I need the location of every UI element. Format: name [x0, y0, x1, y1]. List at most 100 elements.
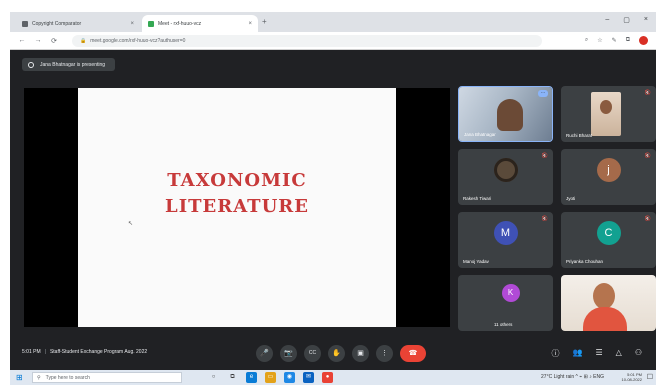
- clock-date: 10-08-2022: [621, 377, 642, 382]
- maximize-button[interactable]: ▢: [623, 16, 630, 24]
- participant-tile[interactable]: j 🔇 Jyoti: [561, 149, 656, 205]
- raise-hand-button[interactable]: ✋: [328, 345, 345, 362]
- mic-muted-icon: 🔇: [644, 153, 651, 159]
- extension-icon[interactable]: ✎: [612, 37, 617, 44]
- search-icon: ⚲: [37, 374, 41, 381]
- host-controls-icon[interactable]: ⚇: [635, 348, 642, 359]
- more-options-icon[interactable]: ⋯: [538, 90, 548, 97]
- address-bar[interactable]: 🔒 meet.google.com/rxf-huuo-vcz?authuser=…: [72, 35, 542, 47]
- chat-icon[interactable]: ☰: [596, 348, 603, 359]
- tab-label: Meet - rxf-huuo-vcz: [158, 20, 202, 27]
- windows-taskbar: ⊞ ⚲ Type here to search ○ ⧉ e ▭ ◉ ✉ ● 27…: [10, 370, 656, 385]
- reload-button[interactable]: ⟳: [50, 37, 58, 45]
- store-icon[interactable]: ◉: [284, 372, 295, 383]
- side-panel-controls: ⓘ 👥 ☰ △ ⚇: [552, 348, 642, 359]
- screen: Copyright Comparator × Meet - rxf-huuo-v…: [10, 12, 656, 370]
- participant-initial: C: [596, 221, 621, 246]
- participant-name: Manoj Yadav: [463, 259, 489, 264]
- captions-button[interactable]: CC: [304, 345, 321, 362]
- more-options-button[interactable]: ⋮: [376, 345, 393, 362]
- shared-slide: TAXONOMIC LITERATURE ↖: [78, 88, 396, 327]
- end-call-button[interactable]: ☎: [400, 345, 426, 362]
- new-tab-button[interactable]: +: [262, 17, 267, 26]
- url-text: meet.google.com/rxf-huuo-vcz?authuser=0: [90, 38, 186, 44]
- mic-muted-icon: 🔇: [541, 216, 548, 222]
- taskbar-search-input[interactable]: ⚲ Type here to search: [32, 372, 182, 383]
- tab-search-icon[interactable]: ⧉: [626, 37, 630, 44]
- taskbar-apps: ○ ⧉ e ▭ ◉ ✉ ●: [208, 372, 333, 383]
- participant-tile[interactable]: M 🔇 Manoj Yadav: [458, 212, 553, 268]
- participant-initial: M: [493, 221, 518, 246]
- screenshot-frame: Copyright Comparator × Meet - rxf-huuo-v…: [0, 0, 663, 385]
- call-controls: 🎤 📷 CC ✋ ▣ ⋮ ☎: [256, 345, 426, 362]
- presenting-banner: Jana Bhatnagar is presenting: [22, 58, 116, 71]
- participant-photo: [493, 158, 518, 183]
- back-button[interactable]: ←: [18, 37, 26, 44]
- mic-muted-icon: 🔇: [644, 216, 651, 222]
- bookmark-star-icon[interactable]: ☆: [597, 37, 602, 44]
- notification-icon[interactable]: ☐: [647, 373, 653, 381]
- participant-name: Ruchi Bharat: [566, 133, 593, 138]
- browser-toolbar: ← → ⟳ 🔒 meet.google.com/rxf-huuo-vcz?aut…: [10, 32, 656, 50]
- close-tab-icon[interactable]: ×: [248, 21, 252, 27]
- meet-favicon-icon: [148, 20, 154, 27]
- system-tray[interactable]: 27°C Light rain ^ ⌁ ⊞ ♪ ENG: [541, 374, 604, 380]
- self-view-tile[interactable]: [561, 275, 656, 331]
- extensions-area: ⌕ ☆ ✎ ⧉: [585, 36, 648, 45]
- participant-tile[interactable]: ⋯ Jana Bhatnagar: [458, 86, 553, 142]
- participant-name: 11 others: [494, 322, 513, 327]
- tab-copyright[interactable]: Copyright Comparator ×: [16, 15, 140, 32]
- tab-label: Copyright Comparator: [32, 20, 82, 27]
- participant-tile[interactable]: 🔇 Rakesh Tiwari: [458, 149, 553, 205]
- browser-tabbar: Copyright Comparator × Meet - rxf-huuo-v…: [10, 12, 656, 32]
- search-icon[interactable]: ⌕: [585, 37, 588, 44]
- people-icon[interactable]: 👥: [573, 348, 583, 359]
- divider: |: [44, 349, 46, 355]
- mic-muted-icon: 🔇: [541, 153, 548, 159]
- cortana-icon[interactable]: ○: [208, 372, 219, 383]
- minimize-button[interactable]: –: [605, 16, 609, 24]
- mail-icon[interactable]: ✉: [303, 372, 314, 383]
- presentation-stage: TAXONOMIC LITERATURE ↖: [24, 88, 450, 327]
- participant-video: [591, 92, 621, 136]
- camera-button[interactable]: 📷: [280, 345, 297, 362]
- participant-tile[interactable]: 🔇 Ruchi Bharat: [561, 86, 656, 142]
- present-icon: [28, 61, 34, 68]
- windows-start-icon[interactable]: ⊞: [16, 373, 25, 382]
- participant-name: Priyanka Chouhan: [566, 259, 604, 264]
- slide-title-line-2: LITERATURE: [165, 196, 309, 217]
- self-figure: [593, 283, 615, 309]
- meeting-time: 5:01 PM: [22, 349, 41, 355]
- close-tab-icon[interactable]: ×: [130, 21, 134, 27]
- self-body: [583, 307, 627, 331]
- presenting-text: Jana Bhatnagar is presenting: [40, 61, 106, 68]
- tab-meet[interactable]: Meet - rxf-huuo-vcz ×: [142, 15, 258, 32]
- file-explorer-icon[interactable]: ▭: [265, 372, 276, 383]
- mic-button[interactable]: 🎤: [256, 345, 273, 362]
- taskbar-clock[interactable]: 5:01 PM 10-08-2022: [622, 372, 642, 382]
- favicon-icon: [22, 20, 28, 27]
- slide-title-line-1: TAXONOMIC: [167, 170, 307, 191]
- mic-muted-icon: 🔇: [644, 90, 651, 96]
- edge-icon[interactable]: e: [246, 372, 257, 383]
- meeting-details-icon[interactable]: ⓘ: [552, 348, 560, 359]
- window-controls: – ▢ ×: [605, 16, 648, 24]
- present-screen-button[interactable]: ▣: [352, 345, 369, 362]
- forward-button[interactable]: →: [34, 37, 42, 44]
- activities-icon[interactable]: △: [616, 348, 622, 359]
- others-tile[interactable]: K 11 others: [458, 275, 553, 331]
- participant-figure: [497, 99, 523, 131]
- participant-initial: K: [501, 284, 520, 303]
- task-view-icon[interactable]: ⧉: [227, 372, 238, 383]
- self-video: [561, 275, 656, 331]
- participant-name: Jana Bhatnagar: [464, 132, 496, 137]
- profile-avatar[interactable]: [639, 36, 648, 45]
- participant-tile[interactable]: C 🔇 Priyanka Chouhan: [561, 212, 656, 268]
- chrome-icon[interactable]: ●: [322, 372, 333, 383]
- meeting-controls-bar: 5:01 PM | Staff-Student Exchange Program A…: [10, 337, 656, 370]
- participant-name: Rakesh Tiwari: [463, 196, 492, 201]
- lock-icon: 🔒: [80, 38, 87, 44]
- close-window-button[interactable]: ×: [644, 16, 648, 24]
- mouse-cursor-icon: ↖: [128, 221, 134, 227]
- meeting-title: Staff-Student Exchange Program Aug. 2022: [49, 349, 148, 355]
